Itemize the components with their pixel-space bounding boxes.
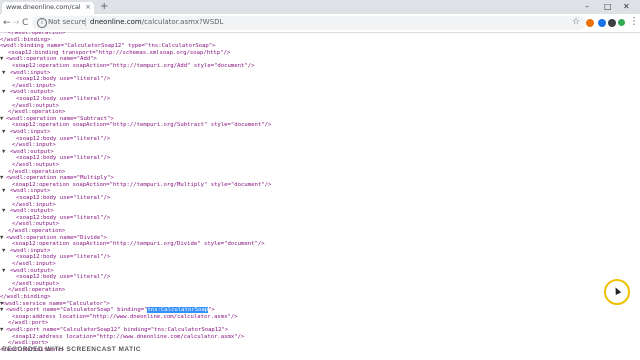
collapse-toggle-icon[interactable]: ▼ — [2, 129, 5, 136]
new-tab-button[interactable]: + — [100, 1, 108, 12]
back-button[interactable]: ← — [3, 17, 11, 29]
browser-tab[interactable]: www.dneonline.com/calculator.a × — [2, 2, 94, 14]
screencast-watermark: RECORDED WITH SCREENCAST MATIC — [2, 346, 142, 353]
profile-avatar[interactable] — [618, 19, 625, 26]
collapse-toggle-icon[interactable]: ▼ — [2, 89, 5, 96]
tab-close-icon[interactable]: × — [85, 3, 91, 11]
xml-viewer: </wsdl:operation> </wsdl:binding> <wsdl:bi… — [0, 32, 640, 360]
collapse-toggle-icon[interactable]: ▼ — [0, 307, 3, 314]
browser-menu-icon[interactable]: ⋮ — [629, 16, 639, 28]
collapse-toggle-icon[interactable]: ▼ — [0, 235, 3, 242]
collapse-toggle-icon[interactable]: ▼ — [2, 70, 5, 77]
collapse-toggle-icon[interactable]: ▼ — [0, 116, 3, 123]
minimize-button[interactable]: – — [585, 1, 589, 12]
collapse-toggle-icon[interactable]: ▼ — [2, 188, 5, 195]
collapse-toggle-icon[interactable]: ▼ — [0, 175, 3, 182]
collapse-toggle-icon[interactable]: ▼ — [0, 327, 3, 334]
browser-toolbar: ← → C i Not secure | dneonline.com/calcu… — [0, 14, 640, 33]
url-host: dneonline.com — [90, 18, 142, 26]
info-icon[interactable]: i — [37, 18, 47, 28]
xml-text: <soap12:operation soapAction="http://tem… — [12, 181, 272, 188]
address-bar[interactable]: i Not secure | dneonline.com/calculator.… — [32, 16, 586, 30]
url-separator: | — [84, 17, 87, 26]
extension-icon[interactable] — [608, 19, 616, 27]
security-label: Not secure — [48, 18, 86, 26]
url-path: /calculator.asmx?WSDL — [141, 18, 224, 26]
maximize-button[interactable]: □ — [604, 1, 612, 12]
star-icon[interactable]: ☆ — [572, 17, 580, 28]
collapse-toggle-icon[interactable]: ▼ — [2, 149, 5, 156]
xml-text: <soap12:operation soapAction="http://tem… — [12, 122, 272, 129]
tab-strip: www.dneonline.com/calculator.a × + – □ ✕ — [0, 0, 640, 14]
extension-icon[interactable] — [598, 19, 606, 27]
collapse-toggle-icon[interactable]: ▼ — [2, 208, 5, 215]
url-text[interactable]: dneonline.com/calculator.asmx?WSDL — [90, 18, 223, 26]
collapse-toggle-icon[interactable]: ▼ — [0, 56, 3, 63]
extension-icon[interactable] — [586, 19, 594, 27]
reload-button[interactable]: C — [22, 17, 28, 29]
collapse-toggle-icon[interactable]: ▼ — [2, 248, 5, 255]
forward-button[interactable]: → — [12, 17, 20, 29]
selected-text[interactable]: tns:CalculatorSoap — [147, 307, 209, 314]
tab-title: www.dneonline.com/calculator.a — [6, 4, 80, 11]
close-window-button[interactable]: ✕ — [623, 1, 630, 12]
collapse-toggle-icon[interactable]: ▼ — [2, 268, 5, 275]
